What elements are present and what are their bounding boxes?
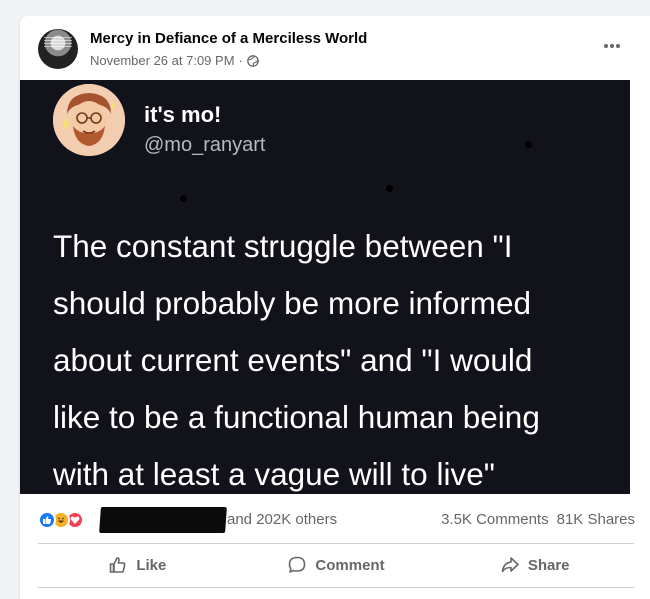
engagement-counts: 3.5K Comments 81K Shares [441, 511, 635, 528]
more-options-icon[interactable] [598, 36, 626, 56]
tweet-author-handle: @mo_ranyart [144, 134, 266, 156]
action-bar: Like Comment Share [38, 545, 634, 585]
tweet-author-name: it's mo! [144, 102, 222, 127]
reaction-icons[interactable] [38, 511, 98, 529]
comment-label: Comment [315, 556, 385, 574]
shares-count[interactable]: 81K Shares [557, 511, 635, 528]
thumbs-up-icon [110, 557, 126, 573]
image-speck [180, 195, 187, 202]
share-button[interactable]: Share [435, 545, 634, 585]
post-timestamp[interactable]: November 26 at 7:09 PM [90, 53, 235, 68]
comment-button[interactable]: Comment [237, 545, 436, 585]
reaction-summary[interactable]: and 202K others [227, 511, 337, 528]
post-image[interactable]: it's mo! @mo_ranyart The constant strugg… [20, 80, 630, 494]
divider [38, 543, 634, 544]
like-reaction-icon [38, 511, 56, 529]
reactions-row: and 202K others 3.5K Comments 81K Shares [20, 494, 650, 540]
comment-icon [289, 556, 306, 573]
post-card: Mercy in Defiance of a Merciless World N… [20, 16, 650, 599]
globe-icon[interactable] [247, 54, 259, 67]
cartoon-avatar-icon [53, 84, 125, 156]
tweet-avatar [53, 84, 125, 156]
meta-separator: · [238, 53, 243, 68]
tweet-text: The constant struggle between "I should … [53, 228, 540, 492]
post-header: Mercy in Defiance of a Merciless World N… [20, 16, 650, 80]
comments-count[interactable]: 3.5K Comments [441, 511, 549, 528]
image-speck [525, 141, 532, 148]
page-avatar[interactable] [38, 29, 78, 69]
post-meta: November 26 at 7:09 PM · [90, 53, 259, 68]
share-arrow-icon [501, 557, 519, 573]
share-label: Share [527, 556, 570, 574]
like-label: Like [136, 556, 167, 574]
page-name-link[interactable]: Mercy in Defiance of a Merciless World [90, 30, 367, 47]
image-speck [386, 185, 393, 192]
divider [38, 587, 634, 588]
like-button[interactable]: Like [38, 545, 237, 585]
redacted-name [99, 507, 227, 533]
